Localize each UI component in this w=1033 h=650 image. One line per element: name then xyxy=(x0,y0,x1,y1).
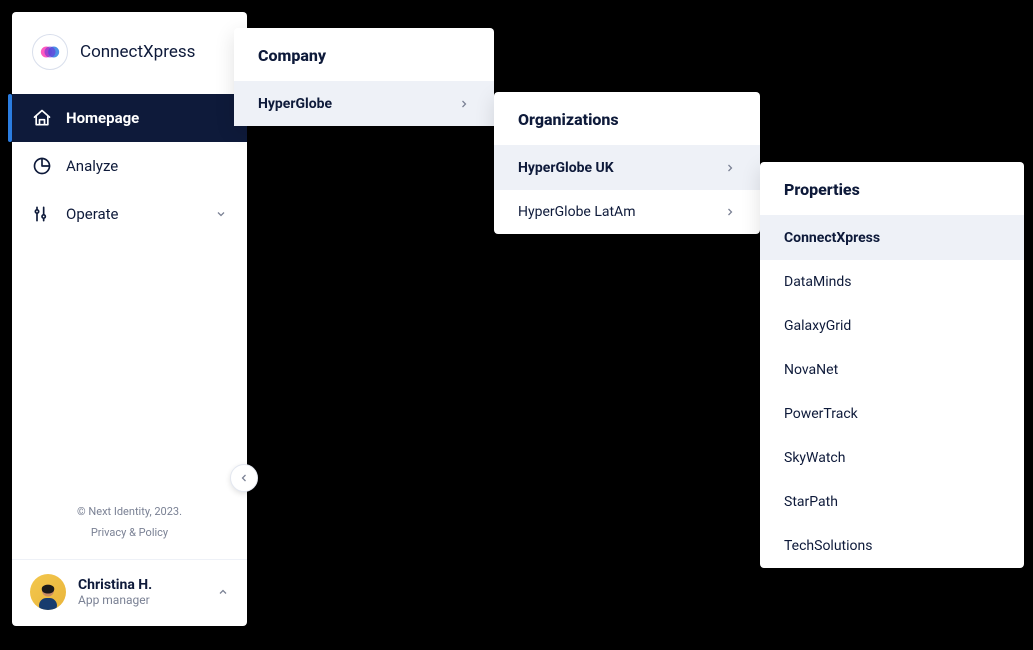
user-menu[interactable]: Christina H. App manager xyxy=(12,559,247,626)
panel-item-label: NovaNet xyxy=(784,362,838,378)
brand-name: ConnectXpress xyxy=(80,42,195,62)
sidebar-item-analyze[interactable]: Analyze xyxy=(12,142,247,190)
chevron-right-icon xyxy=(458,98,470,110)
user-info: Christina H. App manager xyxy=(78,577,152,607)
sidebar-item-label: Analyze xyxy=(66,157,118,175)
sidebar-nav: Homepage Analyze Operate xyxy=(12,94,247,238)
panel-item-label: DataMinds xyxy=(784,274,851,290)
home-icon xyxy=(32,108,52,128)
prop-item-techsolutions[interactable]: TechSolutions xyxy=(760,524,1024,568)
chevron-up-icon xyxy=(217,586,229,598)
panel-item-label: HyperGlobe UK xyxy=(518,160,614,176)
org-item-hyperglobe-latam[interactable]: HyperGlobe LatAm xyxy=(494,190,760,234)
prop-item-powertrack[interactable]: PowerTrack xyxy=(760,392,1024,436)
avatar xyxy=(30,574,66,610)
sidebar-item-homepage[interactable]: Homepage xyxy=(12,94,247,142)
prop-item-dataminds[interactable]: DataMinds xyxy=(760,260,1024,304)
privacy-link[interactable]: Privacy & Policy xyxy=(32,526,227,539)
panel-title: Properties xyxy=(760,162,1024,216)
panel-item-label: ConnectXpress xyxy=(784,230,880,246)
panel-item-label: GalaxyGrid xyxy=(784,318,851,334)
prop-item-novanet[interactable]: NovaNet xyxy=(760,348,1024,392)
sidebar-collapse-button[interactable] xyxy=(230,464,258,492)
user-role: App manager xyxy=(78,593,152,607)
user-name: Christina H. xyxy=(78,577,152,593)
panel-item-label: HyperGlobe LatAm xyxy=(518,204,635,220)
chevron-right-icon xyxy=(724,162,736,174)
organizations-panel: Organizations HyperGlobe UK HyperGlobe L… xyxy=(494,92,760,234)
chart-icon xyxy=(32,156,52,176)
sidebar-footer: © Next Identity, 2023. Privacy & Policy xyxy=(12,487,247,559)
chevron-left-icon xyxy=(238,472,250,484)
brand[interactable]: ConnectXpress xyxy=(12,12,247,94)
chevron-right-icon xyxy=(724,206,736,218)
sidebar: ConnectXpress Homepage Analyze Operate xyxy=(12,12,247,626)
sidebar-item-label: Operate xyxy=(66,205,119,223)
org-item-hyperglobe-uk[interactable]: HyperGlobe UK xyxy=(494,146,760,190)
panel-title: Organizations xyxy=(494,92,760,146)
sidebar-item-operate[interactable]: Operate xyxy=(12,190,247,238)
company-panel: Company HyperGlobe xyxy=(234,28,494,126)
brand-logo-icon xyxy=(32,34,68,70)
panel-item-label: TechSolutions xyxy=(784,538,872,554)
properties-panel: Properties ConnectXpress DataMinds Galax… xyxy=(760,162,1024,568)
panel-item-label: HyperGlobe xyxy=(258,96,332,112)
company-item-hyperglobe[interactable]: HyperGlobe xyxy=(234,82,494,126)
panel-item-label: StarPath xyxy=(784,494,838,510)
panel-item-label: SkyWatch xyxy=(784,450,845,466)
prop-item-skywatch[interactable]: SkyWatch xyxy=(760,436,1024,480)
panel-item-label: PowerTrack xyxy=(784,406,858,422)
panel-title: Company xyxy=(234,28,494,82)
chevron-down-icon xyxy=(215,208,227,220)
prop-item-galaxygrid[interactable]: GalaxyGrid xyxy=(760,304,1024,348)
sidebar-item-label: Homepage xyxy=(66,109,139,127)
prop-item-starpath[interactable]: StarPath xyxy=(760,480,1024,524)
copyright-text: © Next Identity, 2023. xyxy=(32,505,227,518)
prop-item-connectxpress[interactable]: ConnectXpress xyxy=(760,216,1024,260)
sliders-icon xyxy=(32,204,52,224)
